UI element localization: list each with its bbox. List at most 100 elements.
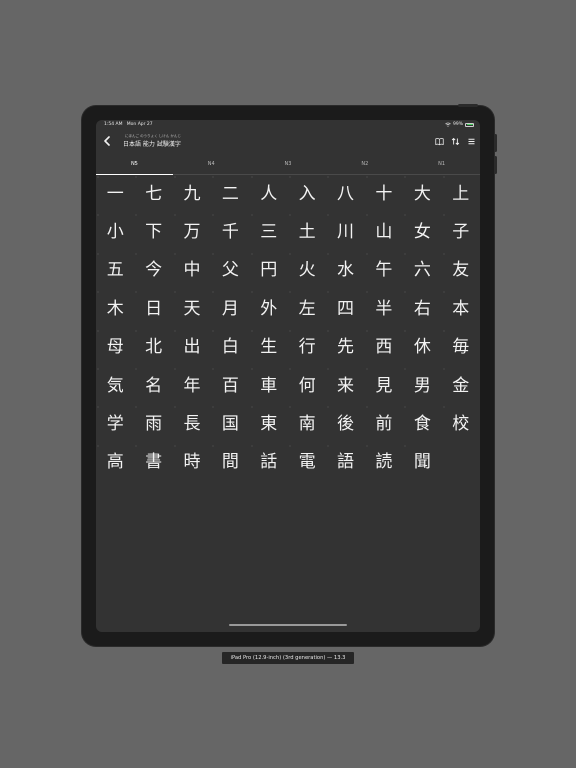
kanji-cell[interactable]: 火 [288, 252, 326, 290]
kanji-cell[interactable]: 友 [442, 252, 480, 290]
kanji-cell[interactable]: 天 [173, 290, 211, 328]
kanji-cell[interactable]: 雨 [134, 405, 172, 443]
kanji-cell[interactable]: 国 [211, 405, 249, 443]
kanji-cell[interactable]: 四 [326, 290, 364, 328]
kanji-cell[interactable]: 子 [442, 213, 480, 251]
kanji-cell[interactable]: 毎 [442, 329, 480, 367]
tab-n2[interactable]: N2 [326, 158, 403, 174]
kanji-cell[interactable]: 白 [211, 329, 249, 367]
kanji-character: 右 [413, 298, 431, 319]
kanji-cell[interactable]: 十 [365, 175, 403, 213]
kanji-cell[interactable]: 七 [134, 175, 172, 213]
kanji-cell[interactable]: 千 [211, 213, 249, 251]
kanji-cell[interactable]: 長 [173, 405, 211, 443]
kanji-character: 円 [260, 260, 278, 281]
kanji-cell[interactable]: 校 [442, 405, 480, 443]
sort-icon[interactable] [451, 137, 460, 146]
list-icon[interactable] [467, 137, 476, 146]
kanji-cell[interactable]: 生 [250, 329, 288, 367]
kanji-cell[interactable]: 何 [288, 367, 326, 405]
kanji-cell[interactable]: 人 [250, 175, 288, 213]
kanji-character: 午 [375, 260, 393, 281]
kanji-cell[interactable]: 水 [326, 252, 364, 290]
kanji-cell[interactable]: 月 [211, 290, 249, 328]
kanji-cell[interactable]: 休 [403, 329, 441, 367]
kanji-cell[interactable]: 時 [173, 444, 211, 482]
kanji-cell[interactable]: 気 [96, 367, 134, 405]
kanji-cell[interactable]: 高 [96, 444, 134, 482]
kanji-cell[interactable]: 小 [96, 213, 134, 251]
kanji-cell[interactable]: 書 [134, 444, 172, 482]
kanji-cell[interactable]: 三 [250, 213, 288, 251]
level-tabs: N5 N4 N3 N2 N1 [96, 158, 480, 175]
kanji-cell[interactable]: 入 [288, 175, 326, 213]
kanji-cell[interactable]: 話 [250, 444, 288, 482]
kanji-cell[interactable]: 食 [403, 405, 441, 443]
kanji-character: 行 [298, 337, 316, 358]
kanji-cell[interactable]: 電 [288, 444, 326, 482]
kanji-cell[interactable]: 本 [442, 290, 480, 328]
kanji-cell[interactable]: 今 [134, 252, 172, 290]
tab-n1[interactable]: N1 [403, 158, 480, 174]
kanji-cell[interactable]: 二 [211, 175, 249, 213]
kanji-cell[interactable]: 父 [211, 252, 249, 290]
kanji-cell[interactable]: 土 [288, 213, 326, 251]
kanji-cell[interactable]: 男 [403, 367, 441, 405]
kanji-cell[interactable]: 左 [288, 290, 326, 328]
kanji-cell[interactable]: 南 [288, 405, 326, 443]
kanji-cell[interactable]: 東 [250, 405, 288, 443]
kanji-cell[interactable]: 六 [403, 252, 441, 290]
kanji-cell[interactable]: 年 [173, 367, 211, 405]
kanji-cell[interactable]: 一 [96, 175, 134, 213]
kanji-cell[interactable]: 金 [442, 367, 480, 405]
kanji-cell[interactable]: 母 [96, 329, 134, 367]
kanji-character: 女 [413, 222, 431, 243]
kanji-cell[interactable]: 下 [134, 213, 172, 251]
kanji-cell[interactable]: 木 [96, 290, 134, 328]
kanji-cell[interactable]: 先 [326, 329, 364, 367]
kanji-cell[interactable]: 大 [403, 175, 441, 213]
kanji-cell[interactable]: 川 [326, 213, 364, 251]
book-icon[interactable] [435, 137, 444, 146]
kanji-character: 友 [452, 260, 470, 281]
kanji-cell[interactable]: 名 [134, 367, 172, 405]
kanji-cell[interactable]: 半 [365, 290, 403, 328]
kanji-cell[interactable]: 女 [403, 213, 441, 251]
kanji-cell[interactable]: 山 [365, 213, 403, 251]
kanji-cell[interactable]: 語 [326, 444, 364, 482]
kanji-cell[interactable]: 万 [173, 213, 211, 251]
kanji-cell[interactable]: 九 [173, 175, 211, 213]
tab-n3[interactable]: N3 [250, 158, 327, 174]
kanji-character: 今 [145, 260, 163, 281]
kanji-cell[interactable]: 見 [365, 367, 403, 405]
kanji-character: 北 [145, 337, 163, 358]
kanji-cell[interactable]: 西 [365, 329, 403, 367]
kanji-cell[interactable]: 車 [250, 367, 288, 405]
kanji-cell[interactable]: 円 [250, 252, 288, 290]
kanji-character: 人 [260, 183, 278, 204]
kanji-cell[interactable]: 聞 [403, 444, 441, 482]
kanji-character: 小 [106, 222, 124, 243]
kanji-cell[interactable]: 上 [442, 175, 480, 213]
kanji-cell[interactable]: 行 [288, 329, 326, 367]
kanji-cell[interactable]: 学 [96, 405, 134, 443]
chevron-left-icon[interactable] [103, 136, 111, 146]
kanji-cell[interactable]: 北 [134, 329, 172, 367]
kanji-cell[interactable]: 五 [96, 252, 134, 290]
kanji-cell[interactable]: 右 [403, 290, 441, 328]
status-date: Mon Apr 27 [126, 122, 153, 127]
tab-n4[interactable]: N4 [173, 158, 250, 174]
kanji-cell[interactable]: 午 [365, 252, 403, 290]
kanji-cell[interactable]: 読 [365, 444, 403, 482]
kanji-cell[interactable]: 外 [250, 290, 288, 328]
kanji-cell[interactable]: 八 [326, 175, 364, 213]
kanji-cell[interactable]: 日 [134, 290, 172, 328]
kanji-cell[interactable]: 間 [211, 444, 249, 482]
tab-n5[interactable]: N5 [96, 158, 173, 175]
kanji-cell[interactable]: 前 [365, 405, 403, 443]
kanji-cell[interactable]: 後 [326, 405, 364, 443]
kanji-cell[interactable]: 出 [173, 329, 211, 367]
kanji-cell[interactable]: 百 [211, 367, 249, 405]
kanji-cell[interactable]: 中 [173, 252, 211, 290]
kanji-cell[interactable]: 来 [326, 367, 364, 405]
